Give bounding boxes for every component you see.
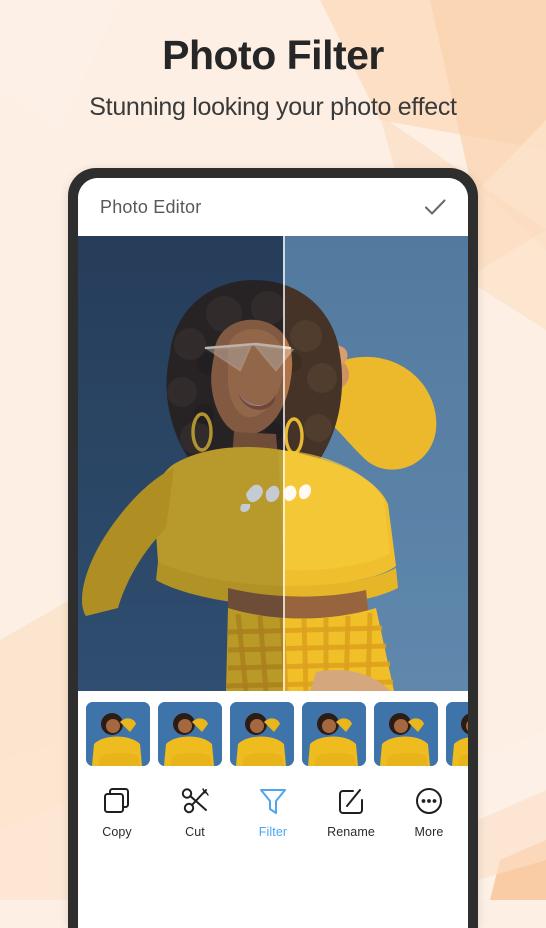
photo-image xyxy=(78,236,468,691)
toolbar-item-filter[interactable]: Filter xyxy=(237,786,309,839)
toolbar-item-cut[interactable]: Cut xyxy=(159,786,231,839)
phone-screen: Photo Editor Copy Cut Filter Rename More xyxy=(78,178,468,928)
photo-preview[interactable] xyxy=(78,236,468,691)
check-icon[interactable] xyxy=(418,190,452,224)
filter-thumbnail[interactable] xyxy=(86,701,150,766)
scissors-icon xyxy=(181,788,209,814)
toolbar-item-rename[interactable]: Rename xyxy=(315,786,387,839)
page-subtitle: Stunning looking your photo effect xyxy=(89,93,457,122)
page-title: Photo Filter xyxy=(162,32,384,78)
before-after-split-handle[interactable] xyxy=(283,236,285,691)
edit-square-icon xyxy=(339,789,363,814)
bottom-toolbar: Copy Cut Filter Rename More xyxy=(78,776,468,928)
more-dots-icon xyxy=(416,788,442,814)
filter-thumbnail[interactable] xyxy=(230,701,294,766)
toolbar-label: Copy xyxy=(102,825,132,839)
app-bar-title: Photo Editor xyxy=(100,196,202,217)
filter-thumbnail[interactable] xyxy=(446,701,468,766)
funnel-icon xyxy=(260,789,286,814)
toolbar-item-more[interactable]: More xyxy=(393,786,465,839)
toolbar-label: More xyxy=(414,825,444,839)
filter-thumbnail[interactable] xyxy=(374,701,438,766)
app-bar: Photo Editor xyxy=(78,178,468,236)
promo-header: Photo Filter Stunning looking your photo… xyxy=(0,0,546,122)
toolbar-label: Rename xyxy=(327,825,375,839)
filter-thumbnail-strip[interactable] xyxy=(78,691,468,776)
copy-icon xyxy=(104,788,129,813)
filter-thumbnail[interactable] xyxy=(158,701,222,766)
filter-thumbnail[interactable] xyxy=(302,701,366,766)
toolbar-item-copy[interactable]: Copy xyxy=(81,786,153,839)
phone-mockup: Photo Editor Copy Cut Filter Rename More xyxy=(68,168,478,928)
toolbar-label: Cut xyxy=(185,825,205,839)
toolbar-label: Filter xyxy=(258,825,288,839)
